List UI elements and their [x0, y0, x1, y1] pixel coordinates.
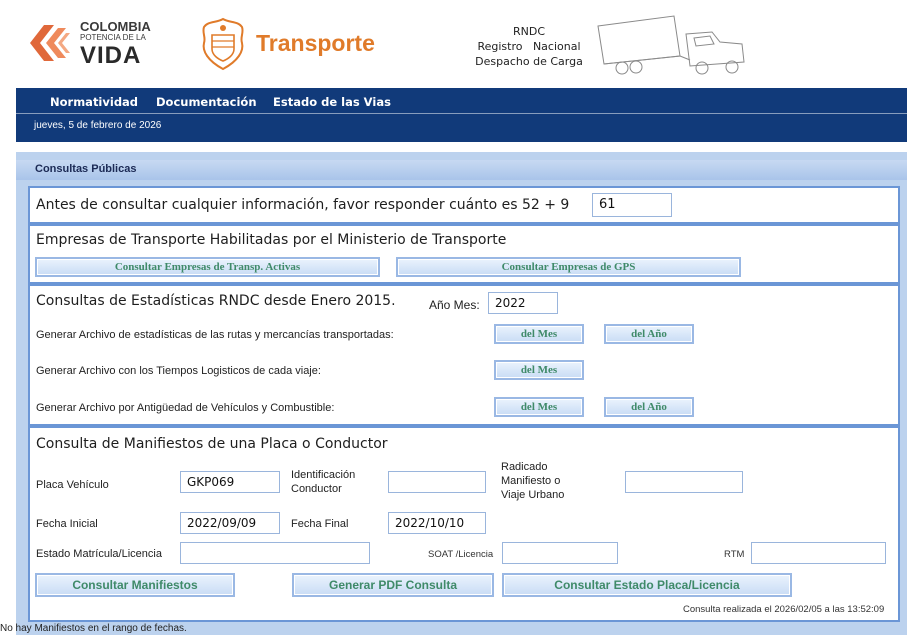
empresas-title: Empresas de Transporte Habilitadas por e…: [36, 232, 507, 248]
consultar-manifiestos-button[interactable]: Consultar Manifiestos: [35, 573, 235, 597]
radicado-label: Radicado Manifiesto o Viaje Urbano: [501, 461, 565, 501]
antiguedad-vehiculos-label: Generar Archivo por Antigüedad de Vehícu…: [36, 402, 335, 414]
estado-matricula-label: Estado Matrícula/Licencia: [36, 548, 162, 560]
rtm-label: RTM: [724, 549, 745, 560]
rndc-title: RNDC Registro Nacional Despacho de Carga: [470, 24, 588, 69]
status-message: No hay Manifiestos en el rango de fechas…: [0, 623, 187, 634]
consultas-panel: Consultas Públicas Antes de consultar cu…: [16, 152, 907, 635]
placa-input[interactable]: GKP069: [180, 471, 280, 493]
empresas-section: Empresas de Transporte Habilitadas por e…: [28, 224, 900, 284]
identificacion-input[interactable]: [388, 471, 486, 493]
estado-matricula-input[interactable]: [180, 542, 370, 564]
nav-documentacion[interactable]: Documentación: [156, 95, 257, 109]
rndc-acronym: RNDC: [512, 25, 546, 38]
nav-estado-vias[interactable]: Estado de las Vias: [273, 95, 391, 109]
estadisticas-section: Consultas de Estadísticas RNDC desde Ene…: [28, 284, 900, 426]
consultar-empresas-activas-button[interactable]: Consultar Empresas de Transp. Activas: [35, 257, 380, 277]
nav-divider: [16, 113, 907, 114]
ano-mes-input[interactable]: 2022: [488, 292, 558, 314]
fecha-inicial-input[interactable]: 2022/09/09: [180, 512, 280, 534]
fecha-inicial-label: Fecha Inicial: [36, 518, 98, 530]
estadisticas-title: Consultas de Estadísticas RNDC desde Ene…: [36, 293, 396, 309]
tiempos-del-mes-button[interactable]: del Mes: [494, 360, 584, 380]
truck-icon: [597, 15, 745, 75]
colombia-logo-icon: [30, 25, 70, 61]
nav-normatividad[interactable]: Normatividad: [50, 95, 138, 109]
rndc-line-2: Registro Nacional: [477, 40, 581, 53]
rutas-del-mes-button[interactable]: del Mes: [494, 324, 584, 344]
consultar-estado-placa-button[interactable]: Consultar Estado Placa/Licencia: [502, 573, 792, 597]
current-date: jueves, 5 de febrero de 2026: [34, 120, 162, 131]
rndc-line-3: Despacho de Carga: [475, 55, 583, 68]
consultar-empresas-gps-button[interactable]: Consultar Empresas de GPS: [396, 257, 741, 277]
panel-title-bar: Consultas Públicas: [16, 160, 907, 180]
identificacion-label: Identificación Conductor: [291, 469, 356, 495]
fecha-final-label: Fecha Final: [291, 518, 349, 530]
logo-potencia-text: POTENCIA DE LA: [80, 33, 146, 42]
estadisticas-rutas-label: Generar Archivo de estadísticas de las r…: [36, 329, 394, 341]
rutas-del-ano-button[interactable]: del Año: [604, 324, 694, 344]
manifiestos-section: Consulta de Manifiestos de una Placa o C…: [28, 426, 900, 622]
antiguedad-del-mes-button[interactable]: del Mes: [494, 397, 584, 417]
captcha-section: Antes de consultar cualquier información…: [28, 186, 900, 224]
logo-vida-text: VIDA: [80, 42, 142, 69]
placa-label: Placa Vehículo: [36, 479, 109, 491]
captcha-question: Antes de consultar cualquier información…: [36, 197, 570, 213]
generar-pdf-button[interactable]: Generar PDF Consulta: [292, 573, 494, 597]
ano-mes-label: Año Mes:: [429, 298, 480, 312]
soat-input[interactable]: [502, 542, 618, 564]
soat-label: SOAT /Licencia: [428, 549, 494, 560]
panel-title: Consultas Públicas: [35, 163, 137, 175]
logo-colombia-text: COLOMBIA: [80, 19, 151, 34]
antiguedad-del-ano-button[interactable]: del Año: [604, 397, 694, 417]
consulta-timestamp: Consulta realizada el 2026/02/05 a las 1…: [683, 604, 885, 615]
fecha-final-input[interactable]: 2022/10/10: [388, 512, 486, 534]
tiempos-logisticos-label: Generar Archivo con los Tiempos Logistic…: [36, 365, 321, 377]
coat-of-arms-icon: [202, 17, 244, 71]
manifiestos-title: Consulta de Manifiestos de una Placa o C…: [36, 436, 388, 452]
captcha-answer-input[interactable]: 61: [592, 193, 672, 217]
header: COLOMBIA POTENCIA DE LA VIDA Transporte …: [0, 0, 907, 82]
radicado-input[interactable]: [625, 471, 743, 493]
ministry-title: Transporte: [256, 30, 375, 56]
top-nav: Normatividad Documentación Estado de las…: [16, 88, 907, 142]
rtm-input[interactable]: [751, 542, 886, 564]
